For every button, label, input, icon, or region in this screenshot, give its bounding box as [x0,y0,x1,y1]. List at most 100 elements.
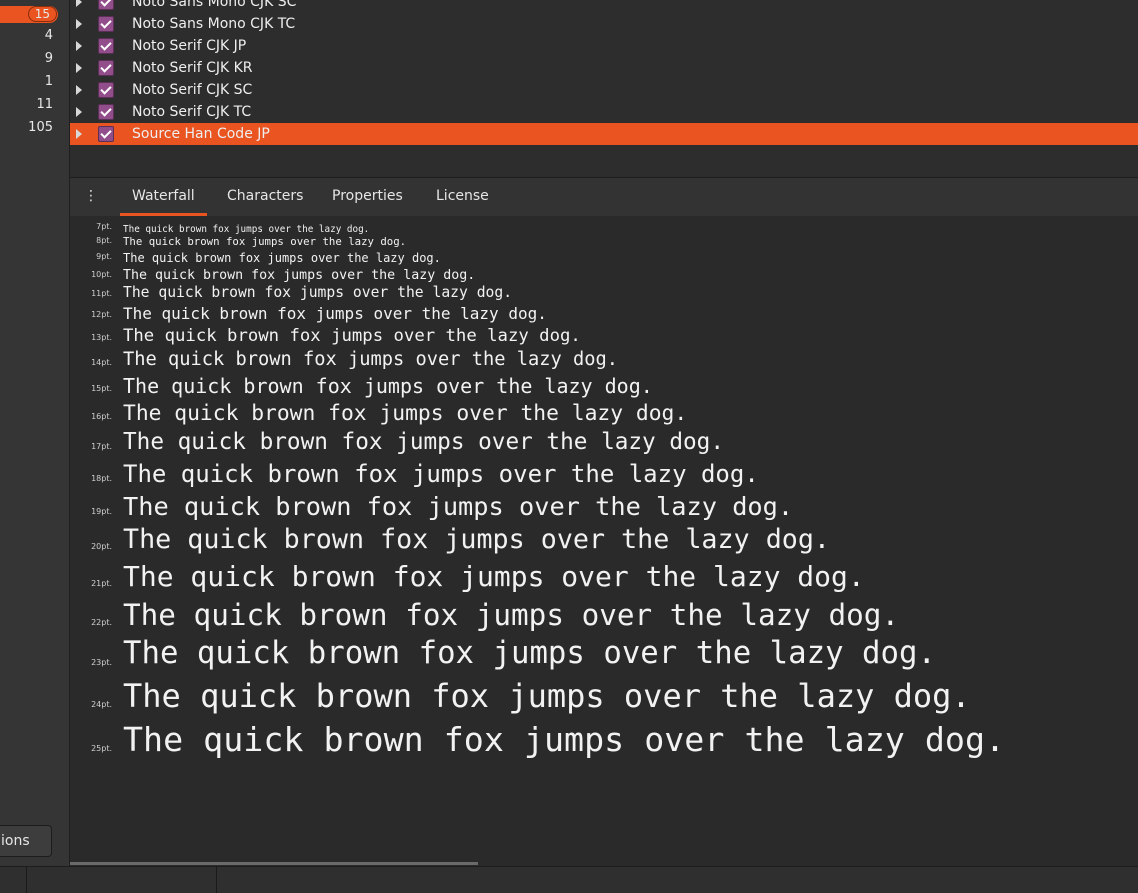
expand-arrow-icon[interactable] [76,107,82,117]
collection-row[interactable]: 15 [0,2,69,24]
font-row[interactable]: Noto Serif CJK KR [70,57,1138,79]
font-name: Noto Serif CJK JP [132,38,247,54]
status-divider [26,867,27,893]
font-name: Noto Serif CJK SC [132,82,253,98]
point-size-label: 24pt. [91,700,112,709]
expand-arrow-icon[interactable] [76,19,82,29]
point-size-label: 16pt. [91,412,112,421]
waterfall-row: 18pt. The quick brown fox jumps over the … [70,454,1138,486]
sample-text: The quick brown fox jumps over the lazy … [123,304,547,323]
point-size-label: 13pt. [91,333,112,342]
sample-text: The quick brown fox jumps over the lazy … [123,374,653,398]
count-badge: 15 [27,6,57,22]
collection-row[interactable]: 4 [0,25,69,47]
sample-text: The quick brown fox jumps over the lazy … [123,560,865,593]
point-size-label: 20pt. [91,542,112,551]
point-size-label: 8pt. [96,236,112,245]
waterfall-row: 9pt. The quick brown fox jumps over the l… [70,248,1138,264]
expand-arrow-icon[interactable] [76,0,82,7]
waterfall-row: 10pt. The quick brown fox jumps over the … [70,264,1138,282]
waterfall-row: 14pt. The quick brown fox jumps over the … [70,345,1138,370]
collection-count: 11 [36,97,53,112]
expand-arrow-icon[interactable] [76,41,82,51]
collection-row[interactable]: 11 [0,94,69,116]
sample-text: The quick brown fox jumps over the lazy … [123,284,513,302]
font-list: Noto Sans Mono CJK SC Noto Sans Mono CJK … [70,0,1138,176]
menu-icon[interactable]: ⋮ [84,189,98,203]
collection-count: 4 [44,28,53,43]
sample-text: The quick brown fox jumps over the lazy … [123,429,724,456]
waterfall-row: 23pt. The quick brown fox jumps over the … [70,630,1138,670]
collection-row[interactable]: 105 [0,117,69,139]
tab-waterfall[interactable]: Waterfall [120,178,207,216]
collection-row[interactable]: 1 [0,71,69,93]
sample-text: The quick brown fox jumps over the lazy … [123,267,476,283]
sample-text: The quick brown fox jumps over the lazy … [123,597,900,632]
sample-text: The quick brown fox jumps over the lazy … [123,719,1006,759]
font-checkbox[interactable] [98,82,114,98]
waterfall-row: 11pt. The quick brown fox jumps over the … [70,282,1138,301]
sample-text: The quick brown fox jumps over the lazy … [123,524,830,556]
point-size-label: 12pt. [91,310,112,319]
font-name: Noto Serif CJK KR [132,60,253,76]
horizontal-scrollbar[interactable] [70,862,478,865]
tab-license[interactable]: License [436,178,489,216]
sample-text: The quick brown fox jumps over the lazy … [123,349,619,371]
options-button[interactable]: ions [0,825,52,857]
font-row[interactable]: Noto Serif CJK TC [70,101,1138,123]
waterfall-row: 20pt. The quick brown fox jumps over the … [70,519,1138,554]
point-size-label: 18pt. [91,474,112,483]
waterfall-preview: 7pt. The quick brown fox jumps over the l… [70,216,1138,866]
tab-characters[interactable]: Characters [227,178,303,216]
expand-arrow-icon[interactable] [76,129,82,139]
waterfall-row: 8pt. The quick brown fox jumps over the l… [70,234,1138,248]
font-name: Noto Sans Mono CJK TC [132,16,296,32]
tab-properties[interactable]: Properties [332,178,403,216]
point-size-label: 10pt. [91,270,112,279]
font-checkbox[interactable] [98,16,114,32]
sample-text: The quick brown fox jumps over the lazy … [123,400,688,426]
point-size-label: 17pt. [91,442,112,451]
font-checkbox[interactable] [98,126,114,142]
status-divider [216,867,217,893]
collection-row[interactable]: 9 [0,48,69,70]
collection-sidebar: 15 4 9 1 11 105 ions [0,0,70,866]
point-size-label: 23pt. [91,658,112,667]
waterfall-row: 15pt. The quick brown fox jumps over the … [70,370,1138,396]
sample-text: The quick brown fox jumps over the lazy … [123,223,370,235]
font-row[interactable]: Source Han Code JP [70,123,1138,145]
waterfall-row: 19pt. The quick brown fox jumps over the … [70,486,1138,519]
sample-text: The quick brown fox jumps over the lazy … [123,235,407,249]
waterfall-row: 13pt. The quick brown fox jumps over the … [70,322,1138,345]
collection-count: 105 [28,120,53,135]
waterfall-row: 24pt. The quick brown fox jumps over the … [70,670,1138,712]
font-checkbox[interactable] [98,104,114,120]
font-checkbox[interactable] [98,38,114,54]
point-size-label: 9pt. [96,252,112,261]
point-size-label: 15pt. [91,384,112,393]
font-row[interactable]: Noto Serif CJK SC [70,79,1138,101]
font-checkbox[interactable] [98,60,114,76]
expand-arrow-icon[interactable] [76,85,82,95]
point-size-label: 22pt. [91,618,112,627]
sample-text: The quick brown fox jumps over the lazy … [123,677,971,715]
font-row[interactable]: Noto Sans Mono CJK TC [70,13,1138,35]
point-size-label: 19pt. [91,507,112,516]
font-row[interactable]: Noto Serif CJK JP [70,35,1138,57]
sample-text: The quick brown fox jumps over the lazy … [123,460,759,488]
waterfall-row: 17pt. The quick brown fox jumps over the … [70,424,1138,454]
collection-count: 9 [44,51,53,66]
waterfall-row: 16pt. The quick brown fox jumps over the … [70,396,1138,424]
sample-text: The quick brown fox jumps over the lazy … [123,491,794,521]
font-row[interactable]: Noto Sans Mono CJK SC [70,0,1138,13]
font-name: Source Han Code JP [132,126,270,142]
sample-text: The quick brown fox jumps over the lazy … [123,636,936,672]
expand-arrow-icon[interactable] [76,63,82,73]
point-size-label: 11pt. [91,289,112,298]
point-size-label: 7pt. [96,222,112,231]
tab-bar: ⋮ Waterfall Characters Properties Licens… [70,177,1138,217]
font-checkbox[interactable] [98,0,114,10]
point-size-label: 14pt. [91,358,112,367]
sample-text: The quick brown fox jumps over the lazy … [123,325,581,346]
collection-count: 15 [0,6,58,23]
